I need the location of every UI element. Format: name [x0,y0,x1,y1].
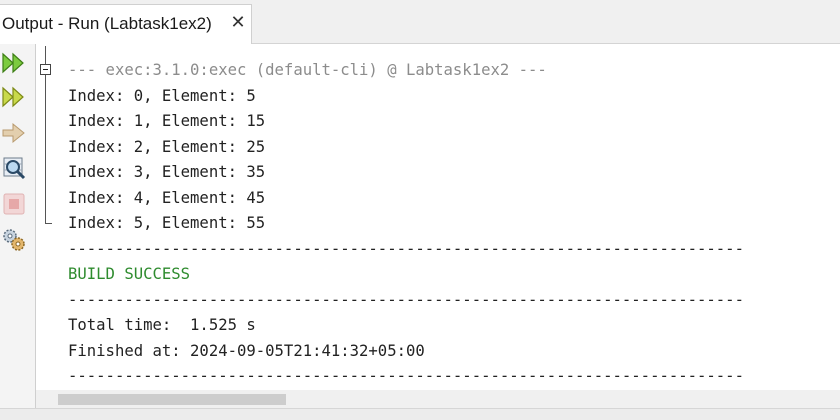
output-line: Index: 1, Element: 15 [68,112,266,130]
output-line: Index: 4, Element: 45 [68,189,266,207]
rerun-icon[interactable] [1,50,27,76]
run-again-icon[interactable] [1,120,27,146]
collapse-icon[interactable] [40,64,51,75]
exec-header: --- exec:3.1.0:exec (default-cli) @ Labt… [68,61,547,79]
inspect-icon[interactable] [1,155,27,181]
separator: ----------------------------------------… [68,291,744,309]
output-toolbar [0,44,36,408]
separator: ----------------------------------------… [68,367,744,385]
output-line: Index: 2, Element: 25 [68,138,266,156]
output-tab-bar: Output - Run (Labtask1ex2) ✕ [0,0,840,44]
finished-at: Finished at: 2024-09-05T21:41:32+05:00 [68,342,425,360]
bottom-border [0,408,840,420]
output-line: Index: 0, Element: 5 [68,87,256,105]
output-line: Index: 5, Element: 55 [68,214,266,232]
output-line: Index: 3, Element: 35 [68,163,266,181]
scrollbar-thumb[interactable] [58,394,286,405]
fold-guide-end [45,223,52,224]
close-icon[interactable]: ✕ [229,14,247,32]
build-status: BUILD SUCCESS [68,265,191,283]
separator: ----------------------------------------… [68,240,744,258]
tab-title: Output - Run (Labtask1ex2) [2,14,212,33]
rerun-with-options-icon[interactable] [1,84,27,110]
output-console[interactable]: --- exec:3.1.0:exec (default-cli) @ Labt… [36,44,840,408]
horizontal-scrollbar[interactable] [36,390,840,408]
settings-icon[interactable] [1,227,27,253]
total-time: Total time: 1.525 s [68,316,256,334]
tab-output-run[interactable]: Output - Run (Labtask1ex2) ✕ [0,4,252,44]
stop-icon[interactable] [1,191,27,217]
